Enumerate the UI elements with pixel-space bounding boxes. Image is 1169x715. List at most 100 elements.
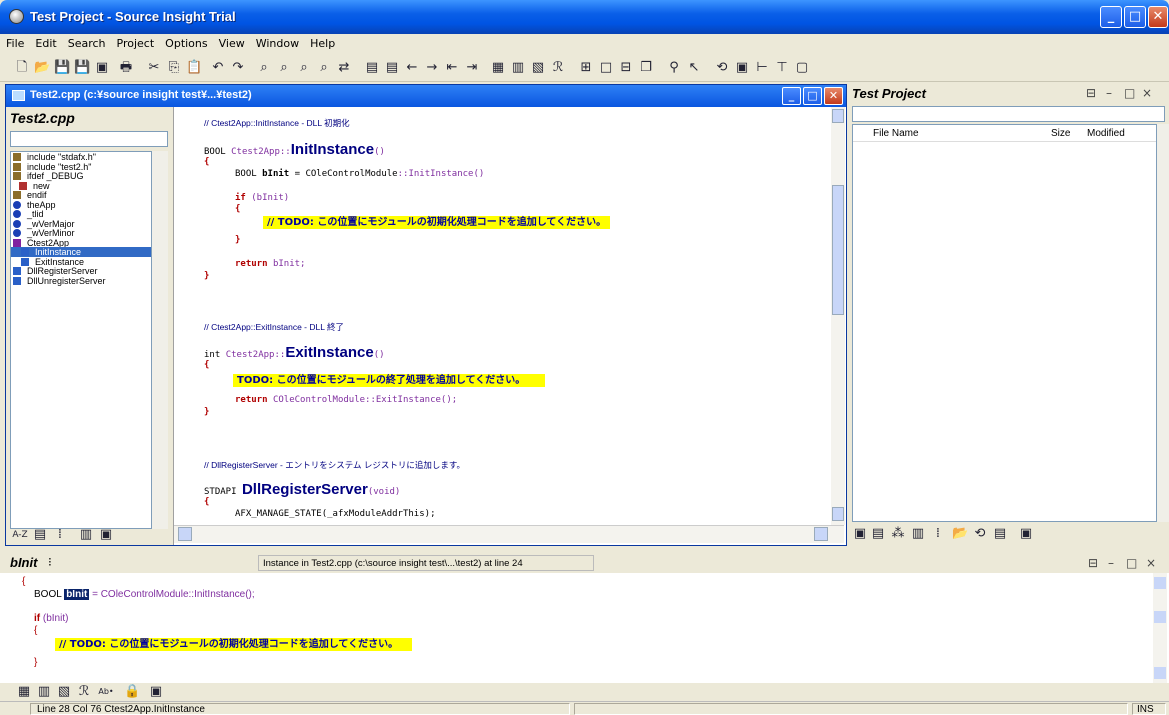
bookmark-list-icon[interactable]: ▤	[384, 60, 400, 76]
ctx-abbrev-icon[interactable]: Ab•	[96, 684, 116, 700]
restore-panel-icon[interactable]: □	[1124, 86, 1135, 100]
column-file-name[interactable]: File Name	[873, 128, 919, 139]
context-restore-icon[interactable]: □	[1126, 556, 1137, 570]
symbol-info-icon[interactable]: ▦	[490, 60, 506, 76]
menu-edit[interactable]: Edit	[29, 34, 61, 50]
close-button[interactable]: ✕	[1148, 6, 1168, 28]
call-graph-icon[interactable]: ⊤	[774, 60, 790, 76]
project-window-icon[interactable]: ▣	[734, 60, 750, 76]
column-size[interactable]: Size	[1051, 128, 1070, 139]
jump-back-icon[interactable]: ⇤	[444, 60, 460, 76]
search-project-icon[interactable]: ⌕	[316, 60, 332, 76]
project-filter-combo[interactable]	[852, 106, 1165, 122]
bookmark-icon[interactable]: ▤	[364, 60, 380, 76]
project-file-list[interactable]: File Name Size Modified	[852, 124, 1157, 522]
scroll-left-icon[interactable]	[178, 527, 192, 541]
print-icon[interactable]: 🖶	[118, 60, 134, 76]
ctx-browse-icon[interactable]: ▧	[56, 684, 72, 700]
scroll-up-icon[interactable]	[832, 109, 844, 123]
sync-project-icon[interactable]: ⟲	[972, 526, 988, 542]
ctx-lock-icon[interactable]: 🔒	[124, 684, 140, 700]
symbol-item[interactable]: include "stdafx.h"	[11, 152, 151, 162]
function-exitinstance[interactable]: ExitInstance	[285, 344, 373, 361]
list-view-icon[interactable]: ▤	[32, 527, 48, 543]
scroll-right-icon[interactable]	[814, 527, 828, 541]
lookup-icon[interactable]: ⚲	[666, 60, 682, 76]
symbol-item[interactable]: _wVerMinor	[11, 228, 151, 238]
menu-options[interactable]: Options	[159, 34, 212, 50]
ctx-scroll-thumb[interactable]	[1154, 611, 1166, 623]
open-project-icon[interactable]: 📂	[952, 526, 968, 542]
symbol-item[interactable]: _tlid	[11, 209, 151, 219]
function-initinstance[interactable]: InitInstance	[291, 141, 374, 158]
file-icons-icon[interactable]: ⁂	[890, 526, 906, 542]
project-category-icon[interactable]: ⁞	[930, 526, 946, 542]
undo-icon[interactable]: ↶	[210, 60, 226, 76]
help-window-icon[interactable]: ▢	[794, 60, 810, 76]
context-code[interactable]: { BOOL bInit = COleControlModule::InitIn…	[0, 573, 1150, 683]
new-file-icon[interactable]: 🗋	[14, 60, 30, 76]
pin-icon[interactable]: ⊟	[1086, 86, 1096, 100]
menu-view[interactable]: View	[213, 34, 250, 50]
scroll-down-icon[interactable]	[832, 507, 844, 521]
symbol-item[interactable]: DllUnregisterServer	[11, 276, 151, 286]
paste-icon[interactable]: 📋	[186, 60, 202, 76]
ctx-scroll-down-icon[interactable]	[1154, 667, 1166, 679]
layout-icon[interactable]: ⊞	[578, 60, 594, 76]
app-icon[interactable]	[9, 9, 24, 24]
project-list-scrollbar[interactable]	[1157, 124, 1169, 522]
editor-minimize-button[interactable]: _	[782, 87, 801, 105]
cascade-icon[interactable]: ❐	[638, 60, 654, 76]
relation-icon[interactable]: ▥	[510, 60, 526, 76]
menu-project[interactable]: Project	[111, 34, 160, 50]
open-folder-icon[interactable]: 📂	[34, 60, 50, 76]
ctx-properties-icon[interactable]: ▣	[148, 684, 164, 700]
symbol-list-scrollbar[interactable]	[152, 151, 168, 529]
menu-file[interactable]: File	[0, 34, 29, 50]
minimize-button[interactable]: _	[1100, 6, 1122, 28]
scroll-thumb[interactable]	[832, 185, 844, 315]
editor-close-button[interactable]: ✕	[824, 87, 843, 105]
call-initinstance[interactable]: InitInstance	[408, 169, 473, 179]
jump-forward-icon[interactable]: ⇥	[464, 60, 480, 76]
cut-icon[interactable]: ✂	[146, 60, 162, 76]
editor-maximize-button[interactable]: □	[803, 87, 822, 105]
project-browse-icon[interactable]: ▥	[910, 526, 926, 542]
minimize-panel-icon[interactable]: –	[1106, 86, 1112, 100]
context-pin-icon[interactable]: ⊟	[1088, 556, 1098, 570]
menu-help[interactable]: Help	[304, 34, 340, 50]
menu-window[interactable]: Window	[250, 34, 304, 50]
symbol-item[interactable]: ExitInstance	[11, 257, 151, 267]
title-bar[interactable]: Test Project - Source Insight Trial _ □ …	[0, 0, 1169, 34]
tree-icon[interactable]: ⊢	[754, 60, 770, 76]
replace-icon[interactable]: ⇄	[336, 60, 352, 76]
editor-vertical-scrollbar[interactable]	[831, 107, 845, 525]
symbol-item[interactable]: Ctest2App	[11, 238, 151, 248]
project-report-icon[interactable]: ▤	[992, 526, 1008, 542]
project-properties-icon[interactable]: ▣	[1018, 526, 1034, 542]
redo-icon[interactable]: ↷	[230, 60, 246, 76]
properties-icon[interactable]: ▣	[98, 527, 114, 543]
file-detail-icon[interactable]: ▤	[870, 526, 886, 542]
forward-icon[interactable]: →	[424, 60, 440, 76]
file-list-icon[interactable]: ▣	[852, 526, 868, 542]
ctx-relation-icon[interactable]: ▥	[36, 684, 52, 700]
ctx-references-icon[interactable]: ℛ	[76, 684, 92, 700]
symbol-item[interactable]: theApp	[11, 200, 151, 210]
editor-title-bar[interactable]: Test2.cpp (c:¥source insight test¥...¥te…	[6, 85, 846, 107]
context-help-icon[interactable]: ↖	[686, 60, 702, 76]
sort-alpha-icon[interactable]: A-Z	[10, 527, 30, 543]
symbol-item[interactable]: InitInstance	[11, 247, 151, 257]
var-binit[interactable]: bInit	[262, 169, 289, 179]
symbol-item[interactable]: new	[11, 181, 151, 191]
ctx-scroll-up-icon[interactable]	[1154, 577, 1166, 589]
symbol-list[interactable]: include "stdafx.h" include "test2.h" ifdef…	[10, 151, 152, 529]
context-scrollbar[interactable]	[1153, 573, 1167, 683]
symbol-filter-input[interactable]	[10, 131, 168, 147]
symbol-item[interactable]: _wVerMajor	[11, 219, 151, 229]
code-editor[interactable]: // Ctest2App::InitInstance - DLL 初期化 BOO…	[181, 107, 839, 525]
search-icon[interactable]: ⌕	[256, 60, 272, 76]
search-files-icon[interactable]: ⌕	[276, 60, 292, 76]
save-all-icon[interactable]: 💾	[74, 60, 90, 76]
browse-icon[interactable]: ▧	[530, 60, 546, 76]
